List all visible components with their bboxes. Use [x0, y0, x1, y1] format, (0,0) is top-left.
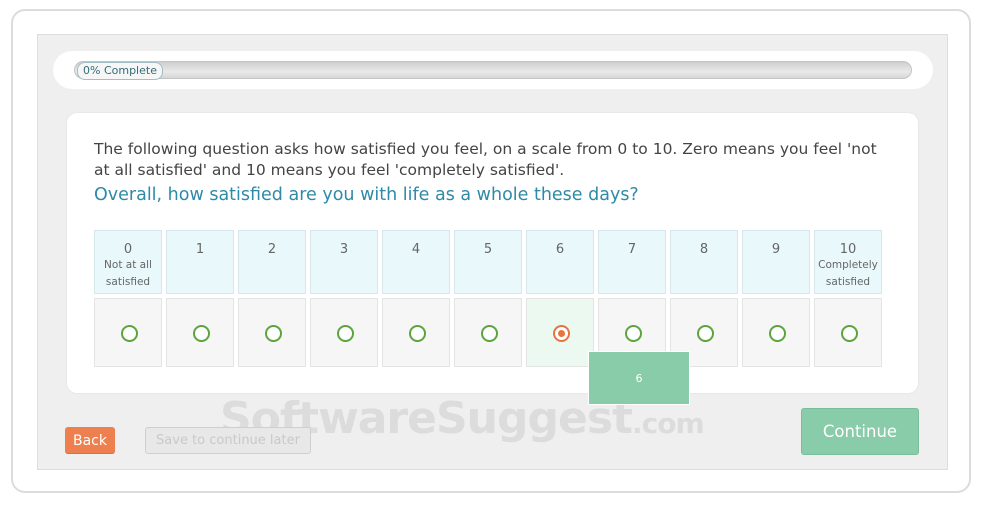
question-intro: The following question asks how satisfie…	[94, 140, 877, 179]
scale-anchor-text: satisfied	[105, 276, 151, 288]
scale-number: 3	[339, 242, 349, 257]
scale-label-9: 9	[742, 230, 810, 294]
scale-label-6: 6	[526, 230, 594, 294]
scale-option-4[interactable]	[382, 298, 450, 367]
scale-label-7: 7	[598, 230, 666, 294]
scale-number: 1	[195, 242, 205, 257]
scale-anchor-text: satisfied	[825, 276, 871, 288]
scale-number: 0	[123, 242, 133, 257]
selection-tooltip: 6	[588, 351, 690, 405]
radio-button[interactable]	[265, 325, 282, 342]
scale-label-10: 10 Completely satisfied	[814, 230, 882, 294]
scale-option-5[interactable]	[454, 298, 522, 367]
save-later-button[interactable]: Save to continue later	[145, 427, 311, 454]
radio-button[interactable]	[193, 325, 210, 342]
scale-number: 6	[555, 242, 565, 257]
progress-container: 0% Complete	[53, 51, 933, 89]
radio-button[interactable]	[481, 325, 498, 342]
scale-number: 10	[839, 242, 857, 257]
scale-label-3: 3	[310, 230, 378, 294]
scale-option-6[interactable]	[526, 298, 594, 367]
scale-option-1[interactable]	[166, 298, 234, 367]
scale-option-10[interactable]	[814, 298, 882, 367]
scale-number: 9	[771, 242, 781, 257]
scale-option-2[interactable]	[238, 298, 306, 367]
question-text: Overall, how satisfied are you with life…	[94, 185, 639, 205]
scale-label-5: 5	[454, 230, 522, 294]
radio-button[interactable]	[697, 325, 714, 342]
scale-anchor-text: Completely	[818, 259, 878, 271]
radio-button[interactable]	[625, 325, 642, 342]
scale-label-0: 0 Not at all satisfied	[94, 230, 162, 294]
scale-option-0[interactable]	[94, 298, 162, 367]
scale-label-2: 2	[238, 230, 306, 294]
scale-label-8: 8	[670, 230, 738, 294]
radio-button[interactable]	[337, 325, 354, 342]
scale-label-1: 1	[166, 230, 234, 294]
scale-anchor-text: Not at all	[104, 259, 152, 271]
radio-button[interactable]	[769, 325, 786, 342]
radio-button[interactable]	[841, 325, 858, 342]
back-button[interactable]: Back	[65, 427, 115, 454]
progress-label: 0% Complete	[77, 62, 163, 80]
scale-number: 8	[699, 242, 709, 257]
radio-button[interactable]	[409, 325, 426, 342]
scale-number: 7	[627, 242, 637, 257]
scale-option-9[interactable]	[742, 298, 810, 367]
scale-number: 2	[267, 242, 277, 257]
rating-scale: 0 Not at all satisfied 1 2 3 4 5 6 7 8 9 10 Completel…	[94, 230, 884, 367]
scale-option-3[interactable]	[310, 298, 378, 367]
scale-number: 4	[411, 242, 421, 257]
scale-label-4: 4	[382, 230, 450, 294]
continue-button[interactable]: Continue	[801, 408, 919, 455]
progress-bar: 0% Complete	[74, 61, 912, 80]
radio-button[interactable]	[553, 325, 570, 342]
scale-number: 5	[483, 242, 493, 257]
radio-button[interactable]	[121, 325, 138, 342]
